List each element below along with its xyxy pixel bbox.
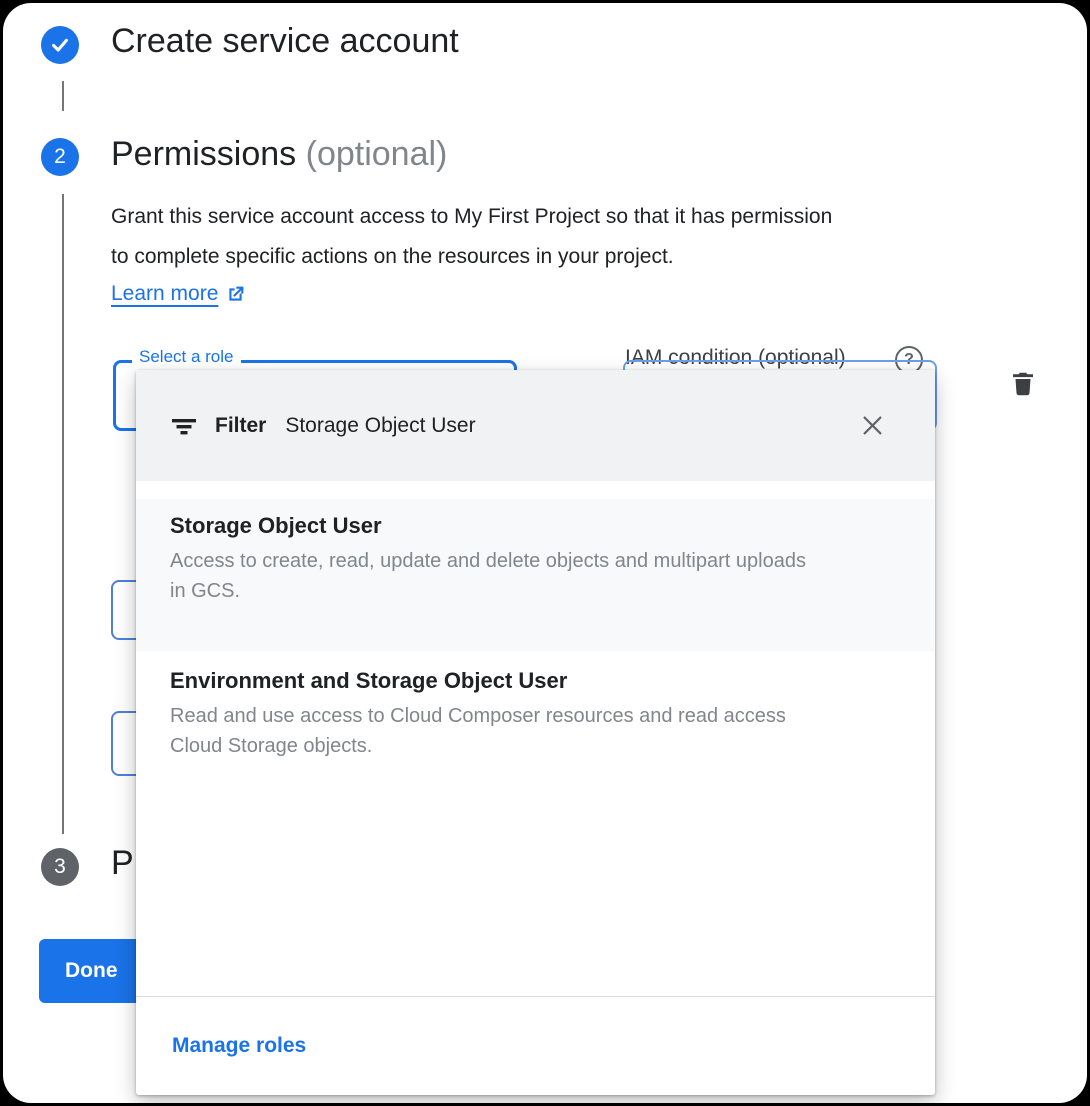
role-option-description: Access to create, read, update and delet… xyxy=(170,546,810,606)
role-option-storage-object-user[interactable]: Storage Object User Access to create, re… xyxy=(136,499,935,651)
step3-number: 3 xyxy=(54,855,66,879)
done-label: Done xyxy=(65,959,118,983)
role-option-title: Environment and Storage Object User xyxy=(170,668,895,694)
filter-icon xyxy=(171,415,197,437)
step2-number: 2 xyxy=(54,145,66,169)
open-in-new-icon xyxy=(225,284,246,305)
learn-more-link[interactable]: Learn more xyxy=(111,282,246,306)
step1-title: Create service account xyxy=(111,22,459,61)
step2-description: Grant this service account access to My … xyxy=(111,197,851,277)
delete-role-button[interactable] xyxy=(1003,363,1043,405)
manage-roles-link[interactable]: Manage roles xyxy=(172,1034,306,1058)
step2-badge: 2 xyxy=(41,138,79,176)
role-option-title: Storage Object User xyxy=(170,513,895,539)
step2-title-optional: (optional) xyxy=(306,135,448,173)
step3-title: P xyxy=(111,844,134,883)
role-option-description: Read and use access to Cloud Composer re… xyxy=(170,701,810,761)
filter-label: Filter xyxy=(215,414,266,438)
select-role-label: Select a role xyxy=(132,347,241,367)
learn-more-label: Learn more xyxy=(111,282,218,306)
role-dropdown-panel: Filter Storage Object User Storage Objec… xyxy=(136,370,935,1095)
close-icon[interactable] xyxy=(857,411,887,441)
filter-query-text[interactable]: Storage Object User xyxy=(285,414,475,438)
step-connector-line xyxy=(62,194,64,834)
create-service-account-panel: Create service account 2 Permissions (op… xyxy=(3,3,1087,1103)
role-filter-bar[interactable]: Filter Storage Object User xyxy=(136,370,935,481)
trash-icon xyxy=(1008,368,1038,400)
role-option-environment-and-storage-object-user[interactable]: Environment and Storage Object User Read… xyxy=(136,651,935,811)
step-connector-line xyxy=(62,81,64,111)
step1-completed-badge xyxy=(41,26,79,64)
step2-title-text: Permissions xyxy=(111,135,296,173)
dropdown-footer: Manage roles xyxy=(136,996,935,1095)
step2-title: Permissions (optional) xyxy=(111,135,447,174)
step3-badge: 3 xyxy=(41,848,79,886)
check-icon xyxy=(49,34,71,56)
